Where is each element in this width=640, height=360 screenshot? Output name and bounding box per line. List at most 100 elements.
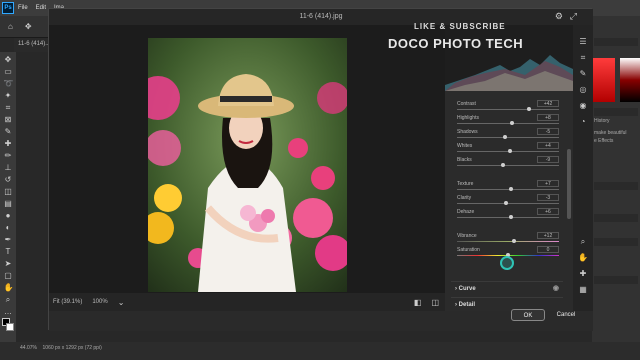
slider-value[interactable]: +12 xyxy=(537,232,559,239)
slider-dehaze[interactable]: Dehaze +6 xyxy=(451,208,563,223)
zoom-fit-select[interactable]: Fit (39.1%) xyxy=(53,299,82,305)
healing-brush-icon[interactable]: ✚ xyxy=(4,139,13,148)
ok-button[interactable]: OK xyxy=(511,309,545,321)
slider-knob[interactable] xyxy=(527,107,532,111)
slider-value[interactable]: -5 xyxy=(537,128,559,135)
slider-clarity[interactable]: Clarity -3 xyxy=(451,194,563,209)
slider-whites[interactable]: Whites +4 xyxy=(451,142,563,157)
slider-highlights[interactable]: Highlights +8 xyxy=(451,114,563,129)
slider-blacks[interactable]: Blacks -9 xyxy=(451,156,563,171)
panel-tab[interactable] xyxy=(594,108,638,116)
crop-icon[interactable]: ⌗ xyxy=(578,53,588,63)
zoom-100-select[interactable]: 100% xyxy=(92,299,107,305)
slider-knob[interactable] xyxy=(500,163,505,167)
slider-track[interactable] xyxy=(457,109,559,110)
type-icon[interactable]: T xyxy=(4,247,13,256)
slider-value[interactable]: +6 xyxy=(537,208,559,215)
panel-tab[interactable] xyxy=(594,214,638,222)
panel-scrollbar[interactable] xyxy=(567,149,571,219)
path-select-icon[interactable]: ➤ xyxy=(4,259,13,268)
stamp-icon[interactable]: ⊥ xyxy=(4,163,13,172)
slider-knob[interactable] xyxy=(502,135,507,139)
eyedropper-icon[interactable]: ✎ xyxy=(4,127,13,136)
slider-value[interactable]: +4 xyxy=(537,142,559,149)
slider-value[interactable]: -9 xyxy=(537,156,559,163)
mask-icon[interactable]: ◎ xyxy=(578,85,588,95)
background-color-swatch[interactable] xyxy=(6,323,14,331)
home-icon[interactable]: ⌂ xyxy=(8,22,13,31)
hand-icon[interactable]: ✋ xyxy=(4,283,14,292)
move-icon[interactable]: ✥ xyxy=(4,55,13,64)
before-after-icon[interactable]: ◫ xyxy=(431,298,439,307)
panel-tab[interactable] xyxy=(594,276,638,284)
hand-icon[interactable]: ✋ xyxy=(578,253,588,263)
slider-track[interactable] xyxy=(457,137,559,138)
blur-icon[interactable]: ● xyxy=(4,211,13,220)
red-eye-icon[interactable]: ◉ xyxy=(578,101,588,111)
slider-track[interactable] xyxy=(457,123,559,124)
marquee-icon[interactable]: ▭ xyxy=(4,67,13,76)
magic-wand-icon[interactable]: ✦ xyxy=(4,91,13,100)
crop-icon[interactable]: ⌗ xyxy=(4,103,13,112)
expand-icon[interactable]: ⤢ xyxy=(570,11,577,22)
slider-shadows[interactable]: Shadows -5 xyxy=(451,128,563,143)
move-tool-icon[interactable]: ✥ xyxy=(25,22,32,31)
menu-edit[interactable]: Edit xyxy=(36,5,46,11)
gear-icon[interactable]: ⚙ xyxy=(555,11,563,22)
preview-footer: Fit (39.1%) 100% ⌄ ◧ ◫ xyxy=(49,293,445,311)
chevron-down-icon[interactable]: ⌄ xyxy=(118,298,125,307)
slider-knob[interactable] xyxy=(509,215,514,219)
zoom-icon[interactable]: ⌕ xyxy=(578,237,588,247)
slider-value[interactable]: +8 xyxy=(537,114,559,121)
slider-knob[interactable] xyxy=(508,149,513,153)
healing-icon[interactable]: ✎ xyxy=(578,69,588,79)
more-icon[interactable]: … xyxy=(4,307,13,316)
history-item[interactable]: make beautiful xyxy=(594,130,627,136)
slider-track[interactable] xyxy=(457,217,559,218)
cancel-button[interactable]: Cancel xyxy=(549,309,583,321)
brush-icon[interactable]: ✏ xyxy=(4,151,13,160)
slider-value[interactable]: 0 xyxy=(537,246,559,253)
edit-icon[interactable]: ☰ xyxy=(578,37,588,47)
slider-vibrance[interactable]: Vibrance +12 xyxy=(451,232,563,247)
color-picker-field[interactable] xyxy=(593,58,615,102)
zoom-icon[interactable]: ⌕ xyxy=(4,295,13,304)
eye-icon[interactable]: ◉ xyxy=(553,282,559,296)
rectangle-icon[interactable]: ▢ xyxy=(4,271,13,280)
slider-knob[interactable] xyxy=(510,121,515,125)
slider-value[interactable]: +42 xyxy=(537,100,559,107)
pen-icon[interactable]: ✒ xyxy=(4,235,13,244)
slider-knob[interactable] xyxy=(509,187,514,191)
frame-icon[interactable]: ⊠ xyxy=(4,115,13,124)
history-panel-title: History xyxy=(594,118,610,124)
slider-texture[interactable]: Texture +7 xyxy=(451,180,563,195)
dodge-icon[interactable]: ◐ xyxy=(4,223,13,232)
slider-knob[interactable] xyxy=(512,239,517,243)
preview-canvas[interactable] xyxy=(49,25,445,293)
eraser-icon[interactable]: ◫ xyxy=(4,187,13,196)
history-brush-icon[interactable]: ↺ xyxy=(4,175,13,184)
section-detail[interactable]: › Detail xyxy=(451,297,563,311)
presets-icon[interactable]: ◔ xyxy=(578,117,588,127)
panel-tab[interactable] xyxy=(594,38,638,46)
gradient-icon[interactable]: ▤ xyxy=(4,199,13,208)
sampler-icon[interactable]: ✚ xyxy=(578,269,588,279)
slider-value[interactable]: -3 xyxy=(537,194,559,201)
slider-contrast[interactable]: Contrast +42 xyxy=(451,100,563,115)
slider-value[interactable]: +7 xyxy=(537,180,559,187)
compare-icon[interactable]: ◧ xyxy=(414,298,422,307)
lasso-icon[interactable]: ➰ xyxy=(4,79,14,88)
slider-track[interactable] xyxy=(457,165,559,166)
slider-knob[interactable] xyxy=(503,201,508,205)
menu-file[interactable]: File xyxy=(18,5,28,11)
slider-track[interactable] xyxy=(457,189,559,190)
slider-track[interactable] xyxy=(457,241,559,242)
history-item[interactable]: e Effects xyxy=(594,138,613,144)
section-curve-label: Curve xyxy=(458,286,476,292)
panel-tab[interactable] xyxy=(594,182,638,190)
grid-icon[interactable]: ▦ xyxy=(578,285,588,295)
section-curve[interactable]: › Curve ◉ xyxy=(451,281,563,295)
slider-track[interactable] xyxy=(457,203,559,204)
color-picker-slider[interactable] xyxy=(620,58,640,102)
panel-tab[interactable] xyxy=(594,238,638,246)
